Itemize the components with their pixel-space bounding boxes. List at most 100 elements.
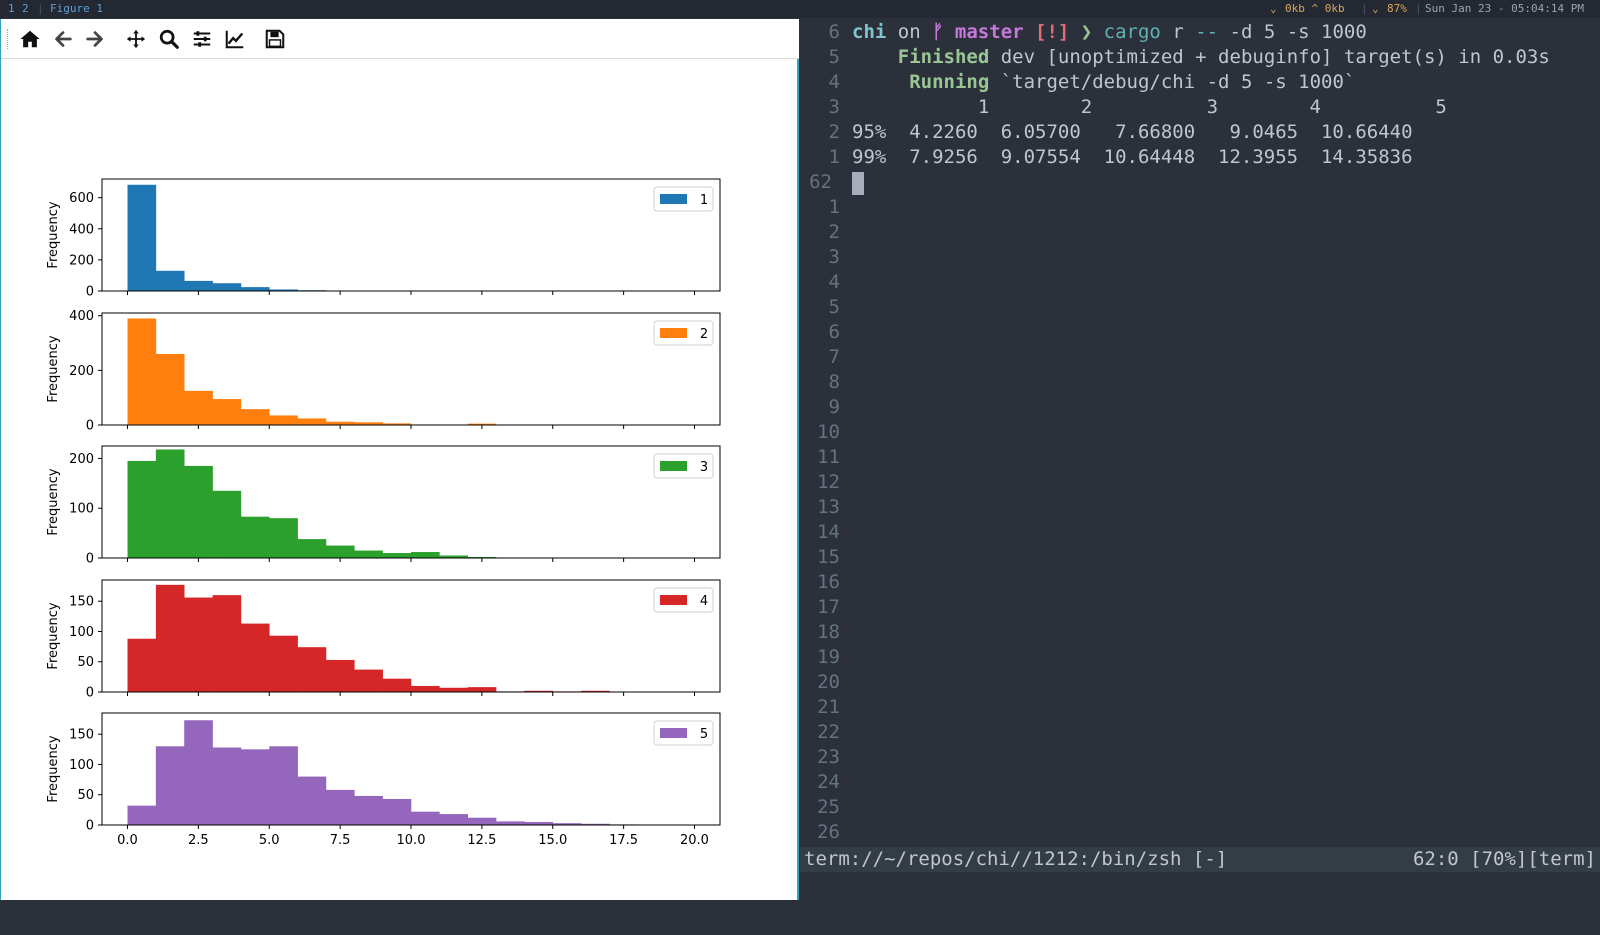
histogram-bar: [241, 624, 270, 692]
subplot-2: 0200400Frequency2: [46, 309, 720, 433]
terminal-text: Finished dev [unoptimized + debuginfo] t…: [852, 46, 1550, 68]
y-tick-label: 100: [69, 625, 94, 640]
histogram-bar: [269, 518, 298, 558]
terminal-token: 99% 7.9256 9.07554 10.64448 12.3955 14.3…: [852, 146, 1413, 168]
legend: 2: [654, 321, 713, 345]
terminal-token: chi: [852, 21, 886, 43]
subplot-3: 0100200Frequency3: [46, 446, 720, 567]
net-down-icon: ⌄: [1270, 2, 1277, 15]
statusline-position: 62:0 [70%][term]: [1413, 848, 1596, 870]
y-tick-label: 200: [69, 364, 94, 379]
histogram-bar: [411, 812, 440, 825]
workspace-2[interactable]: 2: [22, 2, 29, 15]
line-number: 8: [800, 371, 840, 393]
legend-label: 3: [700, 460, 708, 475]
x-tick-label: 2.5: [188, 833, 209, 848]
legend-label: 2: [700, 327, 708, 342]
pan-button[interactable]: [123, 26, 149, 52]
separator: |: [1415, 2, 1422, 15]
battery-icon: ⌄: [1372, 2, 1379, 15]
line-number: 5: [800, 46, 840, 68]
y-tick-label: 400: [69, 222, 94, 237]
subplot-4: 050100150Frequency4: [46, 580, 720, 701]
legend: 4: [654, 588, 713, 612]
forward-icon: [84, 28, 106, 50]
histogram-bar: [383, 553, 412, 558]
histogram-bar: [156, 271, 185, 291]
line-number: 9: [800, 396, 840, 418]
histogram-bar: [128, 806, 157, 825]
histogram-bar: [156, 585, 185, 692]
y-tick-label: 50: [77, 788, 94, 803]
line-number: 14: [800, 521, 840, 543]
y-axis-label: Frequency: [46, 602, 61, 669]
histogram-bar: [184, 391, 213, 425]
terminal-token: ᚠ master: [932, 21, 1035, 43]
back-button[interactable]: [50, 26, 76, 52]
line-number: 62: [792, 171, 832, 193]
y-tick-label: 200: [69, 452, 94, 467]
histogram-bar: [411, 552, 440, 558]
pan-icon: [125, 28, 147, 50]
histogram-bar: [184, 598, 213, 692]
subplot-1: 0200400600Frequency1: [46, 179, 720, 300]
configure-subplots-button[interactable]: [189, 26, 215, 52]
save-icon: [264, 28, 286, 50]
statusline-file: term://~/repos/chi//1212:/bin/zsh [-]: [804, 848, 1227, 870]
line-number: 4: [800, 271, 840, 293]
line-number: 15: [800, 546, 840, 568]
line-number: 16: [800, 571, 840, 593]
histogram-bar: [326, 546, 355, 558]
separator: |: [37, 2, 44, 15]
legend-label: 5: [700, 727, 708, 742]
histogram-bar: [156, 746, 185, 825]
line-number: 12: [800, 471, 840, 493]
home-button[interactable]: [17, 26, 43, 52]
y-tick-label: 0: [86, 686, 94, 701]
line-number: 20: [800, 671, 840, 693]
terminal-token: ❯: [1069, 21, 1103, 43]
workspace-1[interactable]: 1: [8, 2, 15, 15]
histogram-bar: [383, 679, 412, 692]
histogram-bar: [184, 466, 213, 558]
edit-axes-button[interactable]: [222, 26, 248, 52]
y-tick-label: 100: [69, 502, 94, 517]
back-icon: [52, 28, 74, 50]
histogram-bar: [468, 818, 497, 825]
line-number: 13: [800, 496, 840, 518]
top-status-bar: 1 2 | Figure 1 ⌄ 0kb ^ 0kb | ⌄ 87% | Sun…: [0, 0, 1600, 18]
histogram-bar: [326, 660, 355, 692]
y-tick-label: 200: [69, 253, 94, 268]
histogram-bar: [468, 687, 497, 692]
histogram-bar: [354, 796, 383, 825]
line-number: 17: [800, 596, 840, 618]
x-tick-label: 17.5: [609, 833, 638, 848]
terminal-text: Running `target/debug/chi -d 5 -s 1000`: [852, 71, 1355, 93]
forward-button[interactable]: [82, 26, 108, 52]
terminal-token: -d 5 -s 1000: [1230, 21, 1367, 43]
terminal-token: 1 2 3 4 5: [852, 96, 1447, 118]
histogram-bar: [213, 491, 242, 558]
terminal-text: chi on ᚠ master [!] ❯ cargo r -- -d 5 -s…: [852, 21, 1367, 43]
line-number: 1: [800, 146, 840, 168]
save-button[interactable]: [262, 26, 288, 52]
y-tick-label: 0: [86, 819, 94, 834]
terminal-token: Finished: [852, 46, 989, 68]
toolbar-grip[interactable]: [7, 29, 10, 49]
line-number: 1: [800, 196, 840, 218]
line-number: 2: [800, 121, 840, 143]
line-number: 5: [800, 296, 840, 318]
histogram-bar: [128, 461, 157, 558]
y-tick-label: 50: [77, 655, 94, 670]
vim-statusline: term://~/repos/chi//1212:/bin/zsh [-] 62…: [800, 847, 1600, 872]
y-tick-label: 600: [69, 191, 94, 206]
histogram-bar: [298, 777, 327, 825]
terminal-pane[interactable]: 6chi on ᚠ master [!] ❯ cargo r -- -d 5 -…: [800, 19, 1600, 900]
histogram-bar: [184, 281, 213, 291]
histogram-bar: [298, 418, 327, 425]
figure-canvas[interactable]: 0200400600Frequency10200400Frequency2010…: [1, 59, 797, 899]
line-number: 10: [800, 421, 840, 443]
histogram-bar: [298, 539, 327, 558]
histogram-bar: [354, 551, 383, 558]
zoom-button[interactable]: [156, 26, 182, 52]
